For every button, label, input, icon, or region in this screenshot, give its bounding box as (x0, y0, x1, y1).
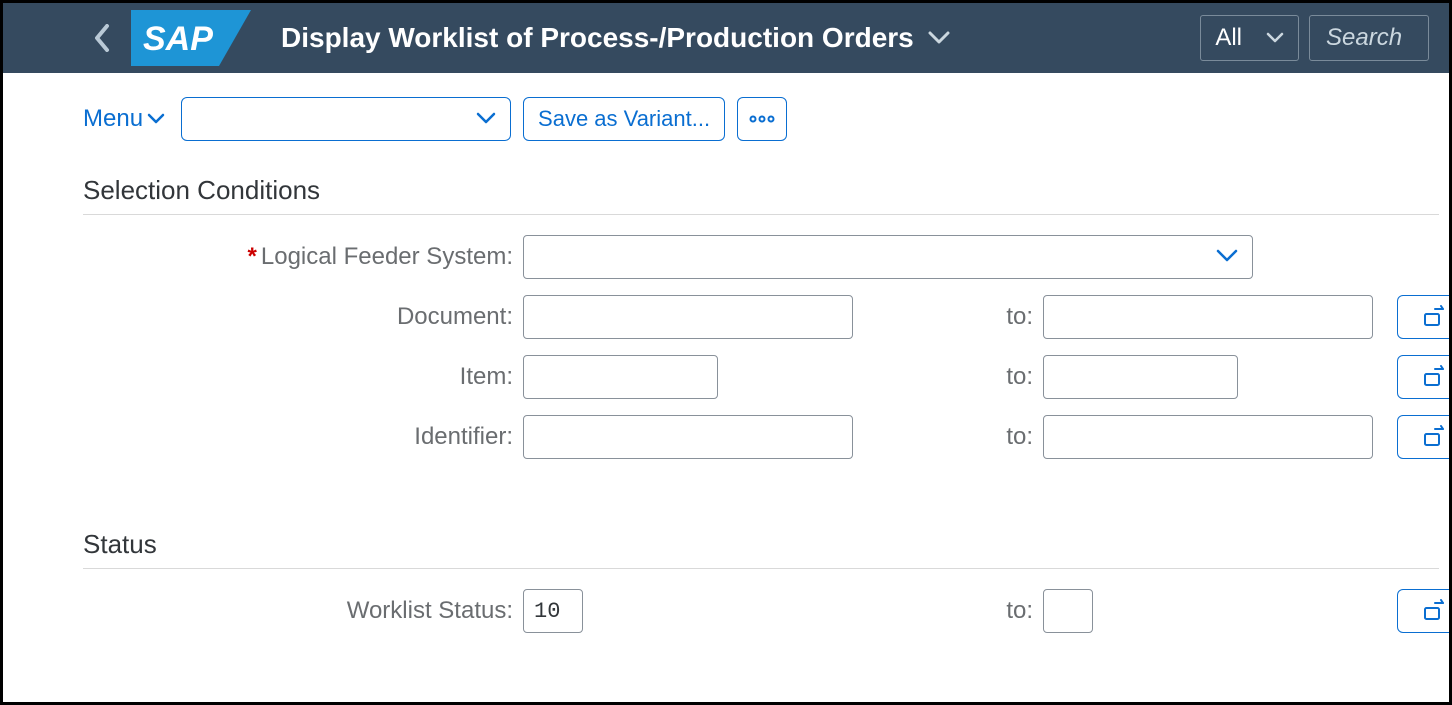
app-header: SAP Display Worklist of Process-/Product… (3, 3, 1449, 73)
document-from-input[interactable] (523, 295, 853, 339)
logical-feeder-system-select[interactable] (523, 235, 1253, 279)
chevron-left-icon (93, 24, 111, 52)
multiple-selection-icon (1419, 598, 1445, 624)
sap-logo: SAP (131, 10, 251, 66)
toolbar: Menu Save as Variant... (3, 73, 1449, 165)
status-section: Status Worklist Status: to: (3, 519, 1439, 633)
search-scope-value: All (1215, 24, 1242, 52)
document-to-input[interactable] (1043, 295, 1373, 339)
identifier-to-label: to: (1006, 423, 1043, 451)
menu-label: Menu (83, 105, 143, 133)
item-multiple-selection-button[interactable] (1397, 355, 1452, 399)
identifier-from-input[interactable] (523, 415, 853, 459)
save-as-variant-label: Save as Variant... (538, 106, 710, 132)
chevron-down-icon (476, 109, 496, 130)
search-placeholder: Search (1326, 24, 1402, 52)
item-to-label: to: (1006, 363, 1043, 391)
selection-conditions-section: Selection Conditions *Logical Feeder Sys… (3, 165, 1439, 459)
back-button[interactable] (93, 24, 111, 52)
variant-select[interactable] (181, 97, 511, 141)
save-as-variant-button[interactable]: Save as Variant... (523, 97, 725, 141)
logical-feeder-system-row: *Logical Feeder System: (83, 235, 1439, 279)
selection-conditions-title: Selection Conditions (83, 175, 1439, 215)
item-from-input[interactable] (523, 355, 718, 399)
app-title-text: Display Worklist of Process-/Production … (281, 22, 914, 54)
worklist-status-to-input[interactable] (1043, 589, 1093, 633)
app-title-dropdown[interactable]: Display Worklist of Process-/Production … (281, 22, 950, 54)
multiple-selection-icon (1419, 424, 1445, 450)
identifier-to-input[interactable] (1043, 415, 1373, 459)
more-actions-button[interactable] (737, 97, 787, 141)
document-multiple-selection-button[interactable] (1397, 295, 1452, 339)
identifier-multiple-selection-button[interactable] (1397, 415, 1452, 459)
required-indicator: * (248, 243, 257, 270)
multiple-selection-icon (1419, 304, 1445, 330)
document-label: Document: (83, 303, 523, 331)
overflow-icon (749, 115, 775, 123)
item-row: Item: to: (83, 355, 1439, 399)
identifier-row: Identifier: to: (83, 415, 1439, 459)
worklist-status-to-label: to: (1006, 597, 1043, 625)
status-title: Status (83, 529, 1439, 569)
worklist-status-row: Worklist Status: to: (83, 589, 1439, 633)
item-label: Item: (83, 363, 523, 391)
chevron-down-icon (147, 113, 165, 125)
logical-feeder-system-label: *Logical Feeder System: (83, 243, 523, 271)
document-row: Document: to: (83, 295, 1439, 339)
search-scope-select[interactable]: All (1200, 15, 1299, 61)
menu-dropdown[interactable]: Menu (83, 105, 165, 133)
chevron-down-icon (1216, 246, 1238, 269)
svg-text:SAP: SAP (143, 20, 213, 58)
identifier-label: Identifier: (83, 423, 523, 451)
chevron-down-icon (1266, 28, 1284, 49)
worklist-status-from-input[interactable] (523, 589, 583, 633)
item-to-input[interactable] (1043, 355, 1238, 399)
document-to-label: to: (1006, 303, 1043, 331)
worklist-status-label: Worklist Status: (83, 597, 523, 625)
worklist-status-multiple-selection-button[interactable] (1397, 589, 1452, 633)
search-input[interactable]: Search (1309, 15, 1429, 61)
chevron-down-icon (928, 25, 950, 51)
multiple-selection-icon (1419, 364, 1445, 390)
